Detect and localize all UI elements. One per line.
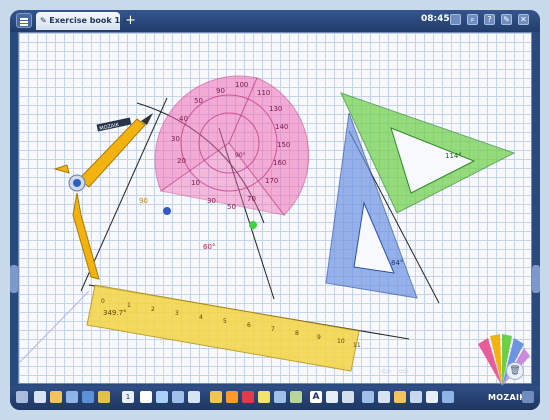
pencil-tool-icon[interactable] (226, 391, 238, 403)
ruler-tick: 9 (317, 334, 321, 341)
keyboard-icon[interactable] (16, 391, 28, 403)
back-arrow-icon[interactable]: ⇦ (381, 364, 391, 378)
ruler-tick: 10 (337, 338, 345, 345)
add-tab-button[interactable]: + (124, 14, 137, 27)
clock: 08:45 (421, 14, 450, 24)
protractor[interactable]: 90 100 110 130 140 150 160 170 10 20 30 … (154, 75, 310, 216)
page-number[interactable]: 1 (122, 391, 134, 403)
protractor-label: 50 (227, 203, 236, 211)
protractor-label: 130 (269, 105, 282, 113)
tools-icon[interactable] (442, 391, 454, 403)
drawing-canvas[interactable]: 90 100 110 130 140 150 160 170 10 20 30 … (18, 32, 532, 384)
text-tool-icon[interactable]: A (310, 391, 322, 403)
title-bar: ✎ Exercise book 1 ✕ + 08:45 ⌕ ? ✎ ✕ (10, 10, 540, 32)
ruler-tick: 5 (223, 318, 227, 325)
paint-icon[interactable] (410, 391, 422, 403)
guide-line (19, 290, 90, 364)
protractor-label: 10 (191, 179, 200, 187)
settings-icon[interactable] (426, 391, 438, 403)
top-icons: ⌕ ? ✎ ✕ (450, 14, 529, 25)
trash-icon[interactable]: 🗑 (506, 362, 524, 380)
ruler-tick: 8 (295, 330, 299, 337)
bottom-toolbar: 1 A MOZAIK (10, 386, 540, 410)
edit-icon[interactable]: ✎ (501, 14, 512, 25)
lightbulb-icon[interactable] (98, 391, 110, 403)
close-icon[interactable]: ✕ (518, 14, 529, 25)
blue-square-angle: 84° (391, 259, 403, 267)
protractor-label: 160 (273, 159, 286, 167)
protractor-label: 150 (277, 141, 290, 149)
tab-title: Exercise book 1 (49, 16, 121, 25)
pointer-icon[interactable] (210, 391, 222, 403)
trash-tool-icon[interactable] (342, 391, 354, 403)
protractor-label: 40 (179, 115, 188, 123)
ruler-tick: 0 (101, 298, 105, 305)
shapes-icon[interactable] (82, 391, 94, 403)
ruler-tick: 3 (175, 310, 179, 317)
canvas-drawing: 90 100 110 130 140 150 160 170 10 20 30 … (19, 75, 516, 378)
screenshot-icon[interactable] (362, 391, 374, 403)
ruler-tick: 11 (353, 342, 361, 349)
book-icon[interactable] (50, 391, 62, 403)
protractor-label: 50 (194, 97, 203, 105)
eraser-icon[interactable] (274, 391, 286, 403)
camera-icon[interactable] (378, 391, 390, 403)
protractor-label: 110 (257, 89, 270, 97)
protractor-label: 30 (207, 197, 216, 205)
ruler[interactable]: 349.7° 0 1 2 3 4 5 6 7 8 9 10 11 (86, 284, 361, 372)
protractor-angle: 90° (235, 152, 246, 159)
link-icon[interactable] (172, 391, 184, 403)
app-frame: ✎ Exercise book 1 ✕ + 08:45 ⌕ ? ✎ ✕ 90 1… (0, 0, 550, 420)
record-icon[interactable] (326, 391, 338, 403)
zoom-icon[interactable] (156, 391, 168, 403)
pencil-icon: ✎ (40, 16, 47, 25)
protractor-label: 90 (216, 87, 225, 95)
point-marker[interactable] (163, 207, 171, 215)
ruler-tick: 7 (271, 326, 275, 333)
highlighter-icon[interactable] (258, 391, 270, 403)
tab-exercise-book[interactable]: ✎ Exercise book 1 ✕ (36, 12, 129, 30)
ruler-tick: 6 (247, 322, 251, 329)
left-side-tab[interactable] (10, 265, 18, 293)
forward-arrow-icon[interactable]: ⇨ (399, 364, 409, 378)
ruler-tool-icon[interactable] (188, 391, 200, 403)
marker-icon[interactable] (242, 391, 254, 403)
folder-icon[interactable] (394, 391, 406, 403)
ruler-tick: 2 (151, 306, 155, 313)
menu-button[interactable] (16, 13, 32, 28)
help-icon[interactable]: ? (484, 14, 495, 25)
ruler-tick: 4 (199, 314, 203, 321)
tool-tray-fan[interactable] (470, 322, 534, 386)
protractor-label: 140 (275, 123, 288, 131)
protractor-label: 170 (265, 177, 278, 185)
angle-label: 90 (139, 197, 148, 205)
app-window: ✎ Exercise book 1 ✕ + 08:45 ⌕ ? ✎ ✕ 90 1… (10, 10, 540, 410)
green-square-angle: 114° (445, 152, 462, 160)
grid-icon[interactable] (450, 14, 461, 25)
gallery-icon[interactable] (66, 391, 78, 403)
protractor-label: 100 (235, 81, 248, 89)
compass[interactable]: MOZAIK (53, 113, 153, 280)
brand-logo: MOZAIK (488, 393, 526, 402)
point-marker[interactable] (249, 221, 257, 229)
protractor-label: 70 (247, 195, 256, 203)
right-side-tab[interactable] (532, 265, 540, 293)
compass-label: MOZAIK (99, 122, 120, 132)
protractor-label: 20 (177, 157, 186, 165)
ruler-angle: 349.7° (103, 309, 127, 317)
expand-icon[interactable] (522, 391, 534, 403)
protractor-label: 30 (171, 135, 180, 143)
line-icon[interactable] (290, 391, 302, 403)
page-icon[interactable] (140, 391, 152, 403)
angle-label: 60° (203, 243, 215, 251)
search-icon[interactable]: ⌕ (467, 14, 478, 25)
hand-icon[interactable] (34, 391, 46, 403)
ruler-tick: 1 (127, 302, 131, 309)
